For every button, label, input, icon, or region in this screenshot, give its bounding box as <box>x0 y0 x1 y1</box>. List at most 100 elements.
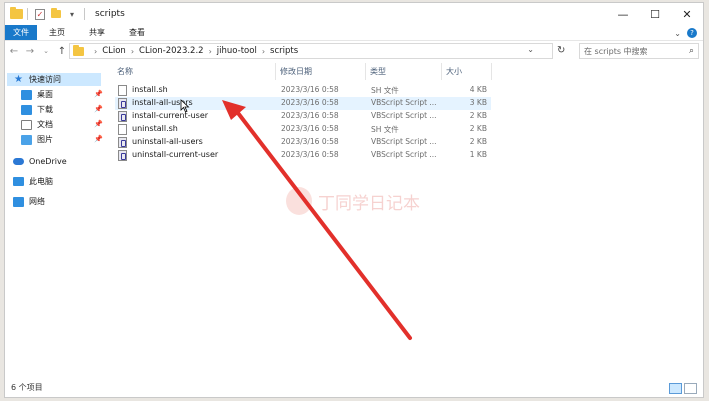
ribbon-tabs: 文件 主页 共享 查看 ⌄ ? <box>5 25 703 41</box>
large-icons-view-button[interactable] <box>684 383 697 394</box>
breadcrumb-clion-version[interactable]: CLion-2023.2.2 <box>139 46 204 56</box>
address-row: ← → ⌄ ↑ › CLion › CLion-2023.2.2 › jihuo… <box>5 42 703 60</box>
maximize-button[interactable]: ☐ <box>639 3 671 25</box>
sidebar-item-label: 此电脑 <box>29 177 53 186</box>
minimize-button[interactable]: — <box>607 3 639 25</box>
quick-access-dropdown[interactable]: ▾ <box>66 8 78 20</box>
help-icon[interactable]: ? <box>687 28 697 38</box>
file-type: VBScript Script ... <box>371 98 437 107</box>
file-name: install-current-user <box>132 111 209 120</box>
computer-icon <box>13 177 24 186</box>
chevron-down-icon[interactable]: ⌄ <box>674 29 681 38</box>
file-size: 3 KB <box>469 98 487 107</box>
watermark-text: 丁同学日记本 <box>318 193 420 214</box>
search-input[interactable]: 在 scripts 中搜索 ⌕ <box>579 43 699 59</box>
tab-view[interactable]: 查看 <box>117 25 157 40</box>
column-header-row: 名称 修改日期 类型 大小 <box>113 63 493 80</box>
sidebar-item-desktop[interactable]: 桌面 <box>21 88 101 101</box>
file-size: 2 KB <box>469 137 487 146</box>
sidebar-item-label: 图片 <box>37 135 53 144</box>
tab-file[interactable]: 文件 <box>5 25 37 40</box>
vbscript-icon <box>118 137 127 148</box>
folder-icon <box>73 44 84 56</box>
table-row[interactable]: uninstall-all-users 2023/3/16 0:58 VBScr… <box>115 136 491 149</box>
desktop-icon <box>21 89 32 100</box>
pin-icon: 📌 <box>94 135 103 143</box>
sidebar-item-label: 桌面 <box>37 90 53 99</box>
navigation-pane: ★ 快速访问 桌面 📌 下载 📌 文档 📌 图片 📌 OneDrive 此电脑 … <box>5 67 105 383</box>
file-icon <box>118 124 127 135</box>
search-placeholder: 在 scripts 中搜索 <box>584 46 648 56</box>
divider[interactable] <box>275 63 276 80</box>
sidebar-item-label: 网络 <box>29 197 45 206</box>
sidebar-item-network[interactable]: 网络 <box>13 195 101 208</box>
breadcrumb-jihuo-tool[interactable]: jihuo-tool <box>217 46 257 56</box>
column-header-date[interactable]: 修改日期 <box>280 66 312 77</box>
sidebar-item-pictures[interactable]: 图片 <box>21 133 101 146</box>
file-date: 2023/3/16 0:58 <box>281 137 339 146</box>
file-type: VBScript Script ... <box>371 111 437 120</box>
status-item-count: 6 个项目 <box>11 383 43 392</box>
divider <box>84 8 85 20</box>
divider[interactable] <box>491 63 492 80</box>
sidebar-item-onedrive[interactable]: OneDrive <box>13 155 101 168</box>
column-header-size[interactable]: 大小 <box>446 66 462 77</box>
document-icon <box>21 119 32 130</box>
up-button[interactable]: ↑ <box>55 44 69 58</box>
sidebar-item-label: 下载 <box>37 105 53 114</box>
address-dropdown-icon[interactable]: ⌄ <box>527 45 534 54</box>
vbscript-icon <box>118 150 127 161</box>
vbscript-icon <box>118 98 127 109</box>
breadcrumb-scripts[interactable]: scripts <box>270 46 298 56</box>
pin-icon: 📌 <box>94 120 103 128</box>
sidebar-item-label: 快速访问 <box>29 75 61 84</box>
properties-button[interactable]: ✓ <box>34 8 46 20</box>
table-row[interactable]: uninstall-current-user 2023/3/16 0:58 VB… <box>115 149 491 162</box>
view-toggle <box>669 383 697 394</box>
divider[interactable] <box>365 63 366 80</box>
forward-button[interactable]: → <box>23 44 37 58</box>
network-icon <box>13 196 24 207</box>
cloud-icon <box>13 158 24 165</box>
recent-locations-button[interactable]: ⌄ <box>39 44 53 58</box>
sidebar-item-label: OneDrive <box>29 157 67 166</box>
sidebar-item-downloads[interactable]: 下载 <box>21 103 101 116</box>
sidebar-item-documents[interactable]: 文档 <box>21 118 101 131</box>
sidebar-item-label: 文档 <box>37 120 53 129</box>
new-folder-button[interactable] <box>50 8 62 20</box>
search-icon: ⌕ <box>688 46 694 56</box>
breadcrumb-separator: › <box>130 46 135 56</box>
column-header-name[interactable]: 名称 <box>117 66 133 77</box>
star-icon: ★ <box>14 74 23 85</box>
file-type: VBScript Script ... <box>371 150 437 159</box>
file-size: 2 KB <box>469 111 487 120</box>
file-date: 2023/3/16 0:58 <box>281 111 339 120</box>
sidebar-item-quick-access[interactable]: ★ 快速访问 <box>7 73 101 86</box>
tab-home[interactable]: 主页 <box>37 25 77 40</box>
breadcrumb-separator: › <box>261 46 266 56</box>
download-icon <box>21 104 32 115</box>
breadcrumb-separator: › <box>94 46 98 56</box>
new-folder-icon <box>51 8 61 18</box>
back-button[interactable]: ← <box>7 44 21 58</box>
table-row[interactable]: install.sh 2023/3/16 0:58 SH 文件 4 KB <box>115 84 491 97</box>
table-row[interactable]: install-current-user 2023/3/16 0:58 VBSc… <box>115 110 491 123</box>
file-size: 4 KB <box>469 85 487 94</box>
refresh-icon[interactable]: ↻ <box>557 45 565 56</box>
close-button[interactable]: ✕ <box>671 3 703 25</box>
sidebar-item-this-pc[interactable]: 此电脑 <box>13 175 101 188</box>
tab-share[interactable]: 共享 <box>77 25 117 40</box>
divider[interactable] <box>441 63 442 80</box>
file-date: 2023/3/16 0:58 <box>281 124 339 133</box>
address-bar[interactable]: › CLion › CLion-2023.2.2 › jihuo-tool › … <box>69 43 553 59</box>
column-header-type[interactable]: 类型 <box>370 66 386 77</box>
title-bar: ✓ ▾ scripts — ☐ ✕ <box>5 3 703 25</box>
file-type: SH 文件 <box>371 86 399 95</box>
details-view-button[interactable] <box>669 383 682 394</box>
file-icon <box>118 85 127 96</box>
table-row[interactable]: install-all-users 2023/3/16 0:58 VBScrip… <box>115 97 491 110</box>
breadcrumb-clion[interactable]: CLion <box>102 46 126 56</box>
table-row[interactable]: uninstall.sh 2023/3/16 0:58 SH 文件 2 KB <box>115 123 491 136</box>
file-date: 2023/3/16 0:58 <box>281 85 339 94</box>
file-name: install.sh <box>132 85 168 94</box>
